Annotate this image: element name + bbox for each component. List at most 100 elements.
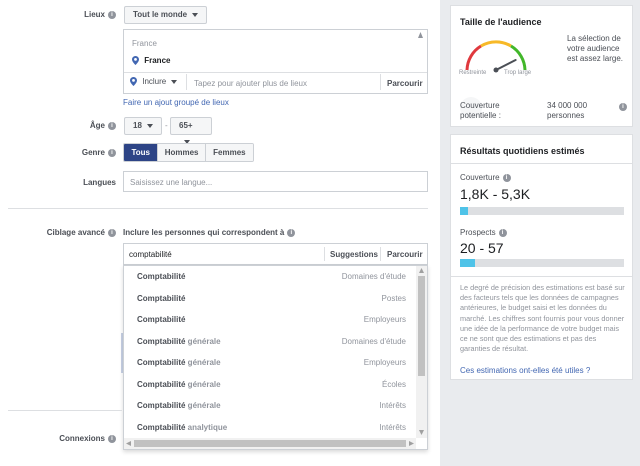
age-max-value: 65+ — [179, 121, 193, 130]
daily-prospects-row: Prospects i — [460, 228, 507, 237]
include-label: Inclure — [142, 77, 167, 86]
h-scrollbar-thumb[interactable] — [134, 440, 406, 447]
suggestions-button[interactable]: Suggestions — [330, 250, 378, 259]
location-box: France France Inclure Tapez pour ajouter… — [123, 29, 428, 94]
gender-option-women[interactable]: Femmes — [204, 144, 253, 161]
browse-button[interactable]: Parcourir — [387, 79, 423, 88]
browse2-separator — [380, 247, 381, 261]
audience-title: Taille de l'audience — [460, 17, 542, 27]
daily-reach-row: Couverture i — [460, 173, 511, 182]
daily-prospects-bar — [460, 259, 624, 267]
list-item[interactable]: Comptabilité générale Domaines d'étude — [124, 331, 414, 353]
daily-prospects-label: Prospects — [460, 228, 496, 237]
list-item[interactable]: Comptabilité générale Écoles — [124, 374, 414, 396]
info-icon[interactable]: i — [108, 148, 116, 157]
locations-dropdown[interactable]: Tout le monde — [124, 6, 208, 24]
browse-separator — [380, 74, 381, 90]
detailed-targeting-search: comptabilité Suggestions Parcourir — [123, 243, 428, 265]
daily-divider-2 — [451, 276, 632, 277]
list-item[interactable]: Comptabilité Postes — [124, 288, 414, 310]
daily-reach-bar-fill — [460, 207, 469, 215]
daily-reach-label: Couverture — [460, 173, 500, 182]
include-separator — [186, 74, 187, 90]
audience-gauge — [465, 40, 527, 73]
age-separator: - — [165, 121, 168, 130]
detailed-targeting-row-label: Ciblage avancé i — [20, 228, 116, 237]
daily-reach-bar — [460, 207, 624, 215]
country-header: France — [132, 39, 157, 48]
info-icon[interactable]: i — [108, 121, 116, 130]
daily-results-card: Résultats quotidiens estimés Couverture i… — [450, 134, 633, 380]
info-icon[interactable]: i — [108, 10, 116, 19]
list-item[interactable]: Comptabilité générale Employeurs — [124, 352, 414, 374]
age-min-dropdown[interactable]: 18 — [124, 117, 162, 135]
gender-selector: Tous Hommes Femmes — [123, 143, 254, 162]
list-item[interactable]: Comptabilité Employeurs — [124, 309, 414, 331]
estimates-help-link[interactable]: Ces estimations ont-elles été utiles ? — [460, 366, 590, 375]
include-people-row: Inclure les personnes qui correspondent … — [123, 228, 296, 237]
daily-divider — [451, 163, 632, 164]
scroll-right-icon — [409, 441, 414, 446]
age-max-dropdown[interactable]: 65+ — [170, 117, 212, 144]
audience-description: La sélection de votre audience est assez… — [567, 34, 624, 63]
suggestions-list: Comptabilité Domaines d'étude Comptabili… — [123, 265, 428, 450]
age-min-value: 18 — [133, 121, 142, 130]
browse2-button[interactable]: Parcourir — [387, 250, 423, 259]
daily-title: Résultats quotidiens estimés — [460, 146, 585, 156]
chevron-down-icon — [146, 123, 153, 128]
languages-placeholder: Saisissez une langue... — [130, 178, 213, 187]
daily-prospects-bar-fill — [460, 259, 475, 267]
bulk-add-link[interactable]: Faire un ajout groupé de lieux — [123, 98, 229, 107]
info-icon[interactable]: i — [108, 434, 116, 443]
vertical-scrollbar[interactable] — [416, 266, 427, 438]
reach-info[interactable]: i — [616, 102, 627, 111]
chevron-down-icon — [171, 79, 178, 84]
list-item[interactable]: Comptabilité Domaines d'étude — [124, 266, 414, 288]
gauge-left-label: Restreinte — [459, 70, 487, 76]
scroll-up-icon — [419, 268, 424, 273]
include-dropdown[interactable]: Inclure — [130, 77, 178, 87]
info-icon[interactable]: i — [287, 228, 296, 237]
section-divider — [8, 208, 428, 209]
scroll-left-icon — [126, 441, 131, 446]
include-people-label: Inclure les personnes qui correspondent … — [123, 228, 285, 237]
gender-label: Genre — [81, 148, 105, 157]
horizontal-scrollbar[interactable] — [124, 438, 416, 449]
scroll-down-icon — [419, 430, 424, 435]
daily-disclaimer: Le degré de précision des estimations es… — [460, 283, 625, 354]
selected-location[interactable]: France — [132, 56, 171, 66]
info-icon[interactable]: i — [619, 102, 627, 111]
suggestions-separator — [324, 247, 325, 261]
chevron-down-icon — [192, 12, 199, 17]
gauge-needle — [495, 59, 517, 71]
location-pin-icon — [132, 56, 139, 66]
reach-label: Couverture potentielle : — [460, 101, 501, 120]
selected-location-label: France — [144, 56, 171, 65]
location-search-input[interactable]: Tapez pour ajouter plus de lieux — [194, 79, 307, 88]
scroll-up-icon — [418, 32, 423, 38]
info-icon[interactable]: i — [502, 173, 511, 182]
connections-row-label: Connexions i — [30, 434, 116, 443]
gender-option-men[interactable]: Hommes — [157, 144, 205, 161]
detailed-search-input[interactable]: comptabilité — [129, 250, 172, 259]
info-icon[interactable]: i — [498, 228, 507, 237]
languages-row-label: Langues — [40, 178, 116, 187]
locations-dropdown-label: Tout le monde — [133, 10, 188, 19]
location-pin-icon — [130, 77, 137, 87]
info-icon[interactable]: i — [108, 228, 116, 237]
list-item[interactable]: Comptabilité analytique Intérêts — [124, 417, 414, 439]
audience-size-card: Taille de l'audience Restreinte Trop lar… — [450, 5, 633, 127]
gender-option-all[interactable]: Tous — [124, 144, 158, 161]
age-row-label: Âge i — [40, 121, 116, 130]
detailed-targeting-label: Ciblage avancé — [46, 228, 105, 237]
list-item[interactable]: Comptabilité générale Intérêts — [124, 395, 414, 417]
reach-value: 34 000 000 personnes — [547, 101, 588, 120]
right-panel: Taille de l'audience Restreinte Trop lar… — [440, 0, 640, 466]
locations-row-label: Lieux i — [40, 10, 116, 19]
scrollbar-thumb[interactable] — [418, 276, 425, 376]
connections-label: Connexions — [59, 434, 105, 443]
daily-prospects-value: 20 - 57 — [460, 240, 504, 256]
gender-row-label: Genre i — [40, 148, 116, 157]
languages-label: Langues — [83, 178, 116, 187]
languages-input[interactable]: Saisissez une langue... — [123, 171, 428, 192]
